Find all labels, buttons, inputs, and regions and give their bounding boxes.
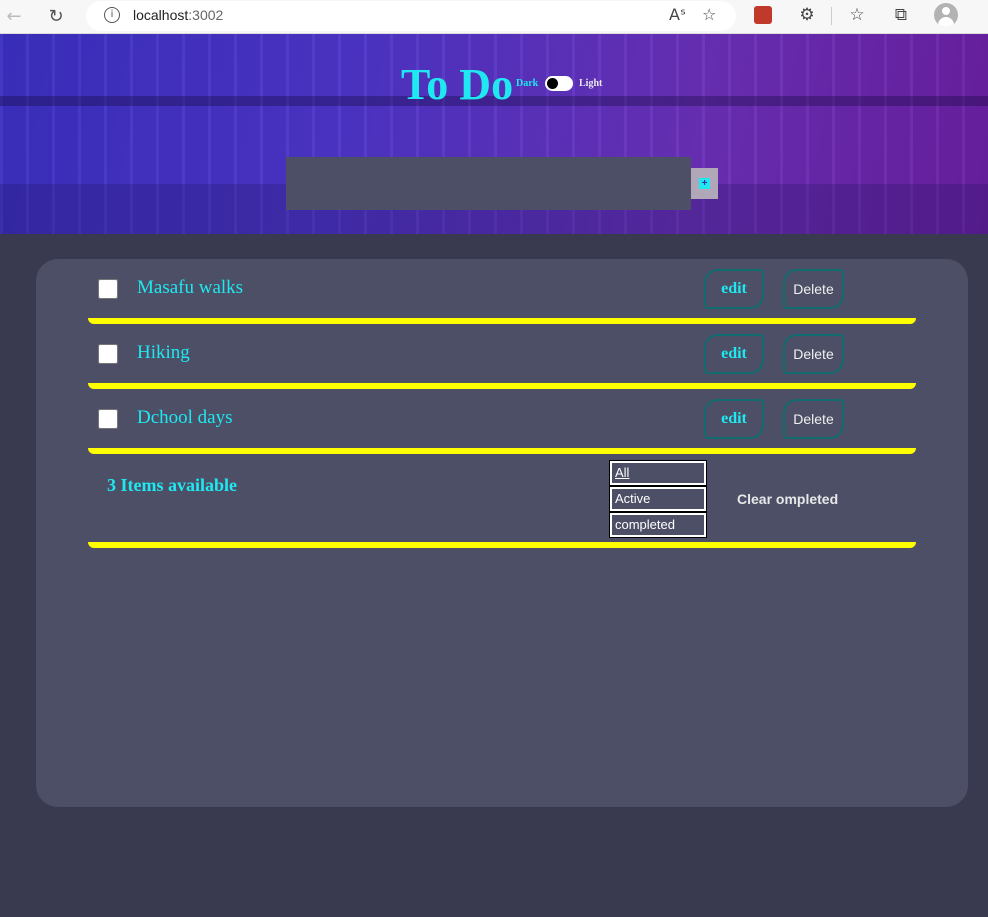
filter-all-label: All — [615, 465, 630, 480]
todo-row: Dchool days edit Delete — [88, 389, 916, 454]
todo-text: Dchool days — [137, 407, 233, 428]
filter-active[interactable]: Active — [609, 486, 707, 512]
add-favorite-icon[interactable]: ☆ — [702, 5, 716, 24]
todo-row: Hiking edit Delete — [88, 324, 916, 389]
delete-button[interactable]: Delete — [783, 269, 844, 309]
page-title: To Do — [401, 60, 514, 109]
footer-underline — [88, 542, 916, 548]
filter-all[interactable]: All — [609, 460, 707, 486]
todo-checkbox[interactable] — [98, 344, 118, 364]
toggle-knob — [547, 78, 558, 89]
back-arrow-icon[interactable]: ← — [2, 5, 26, 29]
profile-avatar[interactable] — [934, 3, 958, 27]
read-aloud-icon[interactable]: A͏ˢ — [669, 5, 686, 24]
edit-button[interactable]: edit — [704, 269, 764, 309]
items-count: 3 Items available — [107, 475, 237, 495]
todo-card: Masafu walks edit Delete Hiking edit Del… — [36, 259, 968, 807]
extensions-puzzle-icon[interactable]: ⚙ — [795, 3, 819, 27]
clear-completed-button[interactable]: Clear ompleted — [737, 491, 838, 507]
plus-icon: + — [699, 178, 710, 189]
add-todo-button[interactable]: + — [691, 168, 718, 199]
delete-button[interactable]: Delete — [783, 334, 844, 374]
browser-toolbar: ← ↻ i localhost:3002 A͏ˢ ☆ ⚙ ☆ ⧉ — [0, 0, 988, 34]
light-mode-label: Light — [579, 78, 603, 89]
dark-mode-label: Dark — [516, 78, 539, 89]
url-host: localhost — [133, 7, 189, 23]
url-port: :3002 — [188, 7, 224, 23]
url-text: localhost:3002 — [133, 7, 223, 23]
edit-button[interactable]: edit — [704, 334, 764, 374]
toolbar-separator — [831, 7, 832, 25]
filter-completed[interactable]: completed — [609, 512, 707, 538]
site-info-icon[interactable]: i — [104, 7, 120, 23]
todo-checkbox[interactable] — [98, 279, 118, 299]
edit-button[interactable]: edit — [704, 399, 764, 439]
theme-toggle[interactable] — [545, 76, 573, 91]
todo-text: Masafu walks — [137, 277, 244, 298]
extension-icon[interactable] — [754, 6, 772, 24]
todo-text: Hiking — [137, 342, 190, 363]
todo-checkbox[interactable] — [98, 409, 118, 429]
todo-footer: 3 Items available All Active completed C… — [88, 454, 916, 548]
favorites-icon[interactable]: ☆ — [845, 3, 869, 27]
new-todo-input[interactable] — [286, 157, 691, 210]
address-bar[interactable]: i localhost:3002 A͏ˢ ☆ — [86, 1, 736, 31]
reload-icon[interactable]: ↻ — [44, 5, 68, 29]
delete-button[interactable]: Delete — [783, 399, 844, 439]
collections-icon[interactable]: ⧉ — [889, 3, 913, 27]
todo-row: Masafu walks edit Delete — [88, 259, 916, 324]
